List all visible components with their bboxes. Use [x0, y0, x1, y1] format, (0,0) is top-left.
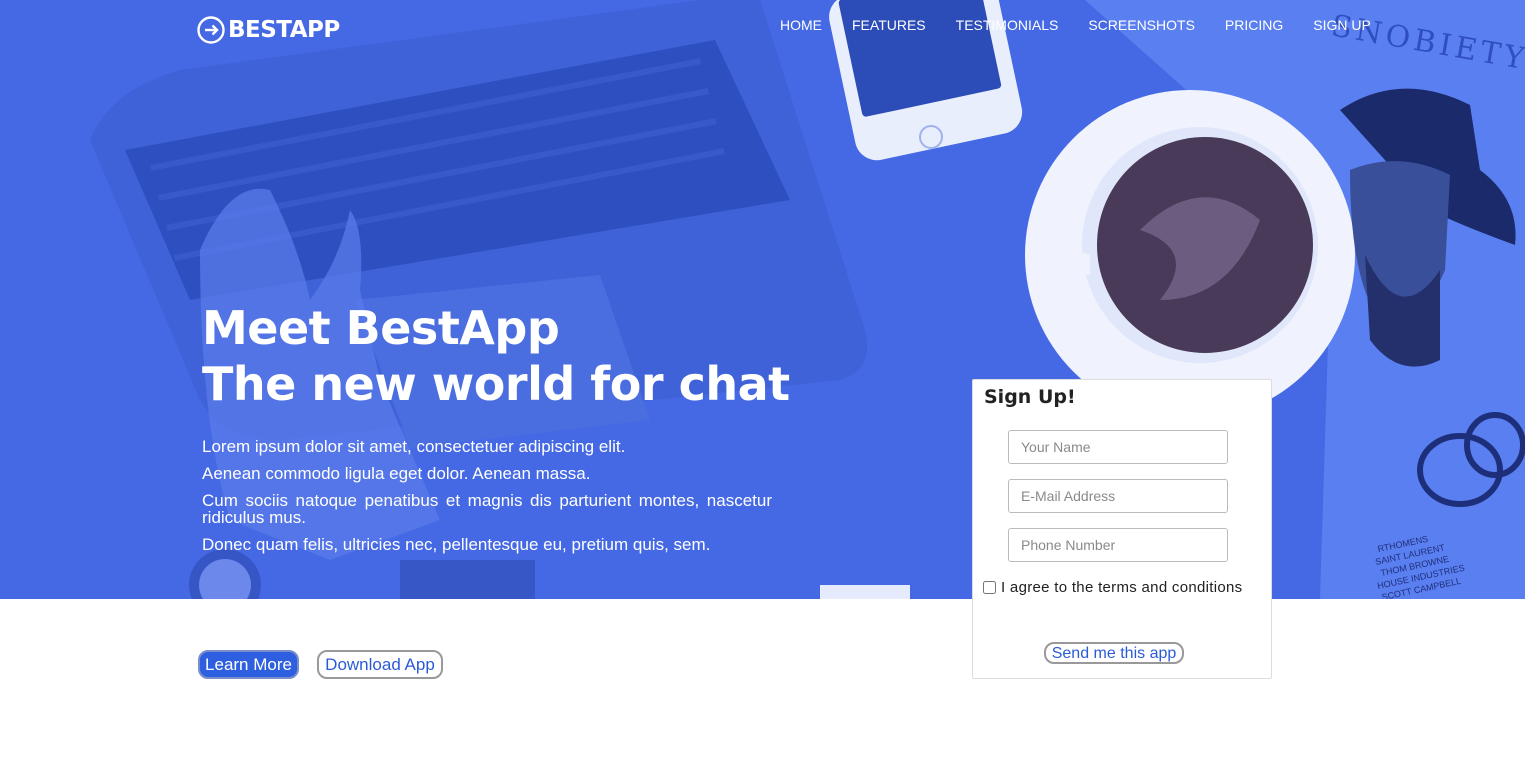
description-paragraph: Donec quam felis, ultricies nec, pellent… — [202, 535, 711, 554]
download-app-button[interactable]: Download App — [317, 650, 443, 679]
headline-line-1: Meet BestApp — [202, 301, 560, 355]
description-paragraph: Lorem ipsum dolor sit amet, consectetuer… — [202, 437, 626, 456]
nav-home[interactable]: HOME — [765, 17, 837, 33]
learn-more-button[interactable]: Learn More — [198, 650, 299, 679]
arrow-circle-icon — [197, 16, 225, 44]
nav-features[interactable]: FEATURES — [837, 17, 941, 33]
brand-name: BESTAPP — [228, 17, 340, 43]
signup-title: Sign Up! — [984, 386, 1076, 408]
email-input[interactable] — [1008, 479, 1228, 513]
hero-section: SNOBIETY RTHOMENS SAINT LAURENT THOM BRO… — [0, 0, 1525, 599]
headline-line-2: The new world for chat — [202, 357, 790, 411]
send-app-button[interactable]: Send me this app — [1044, 642, 1184, 664]
nav-sign-up[interactable]: SIGN UP — [1298, 17, 1386, 33]
name-input[interactable] — [1008, 430, 1228, 464]
main-navigation: HOME FEATURES TESTIMONIALS SCREENSHOTS P… — [765, 17, 1386, 33]
description-paragraph: Cum sociis natoque penatibus et magnis d… — [202, 491, 772, 527]
nav-screenshots[interactable]: SCREENSHOTS — [1073, 17, 1210, 33]
terms-label: I agree to the terms and conditions — [1001, 579, 1243, 596]
brand-logo[interactable]: BESTAPP — [196, 14, 340, 46]
nav-pricing[interactable]: PRICING — [1210, 17, 1298, 33]
hero-headline: Meet BestApp The new world for chat — [202, 300, 790, 412]
nav-testimonials[interactable]: TESTIMONIALS — [941, 17, 1074, 33]
hero-description: Lorem ipsum dolor sit amet, consectetuer… — [202, 438, 772, 563]
signup-form: Sign Up! I agree to the terms and condit… — [972, 379, 1272, 679]
description-paragraph: Aenean commodo ligula eget dolor. Aenean… — [202, 464, 591, 483]
terms-checkbox[interactable] — [983, 581, 996, 594]
terms-agreement[interactable]: I agree to the terms and conditions — [983, 579, 1242, 596]
phone-input[interactable] — [1008, 528, 1228, 562]
